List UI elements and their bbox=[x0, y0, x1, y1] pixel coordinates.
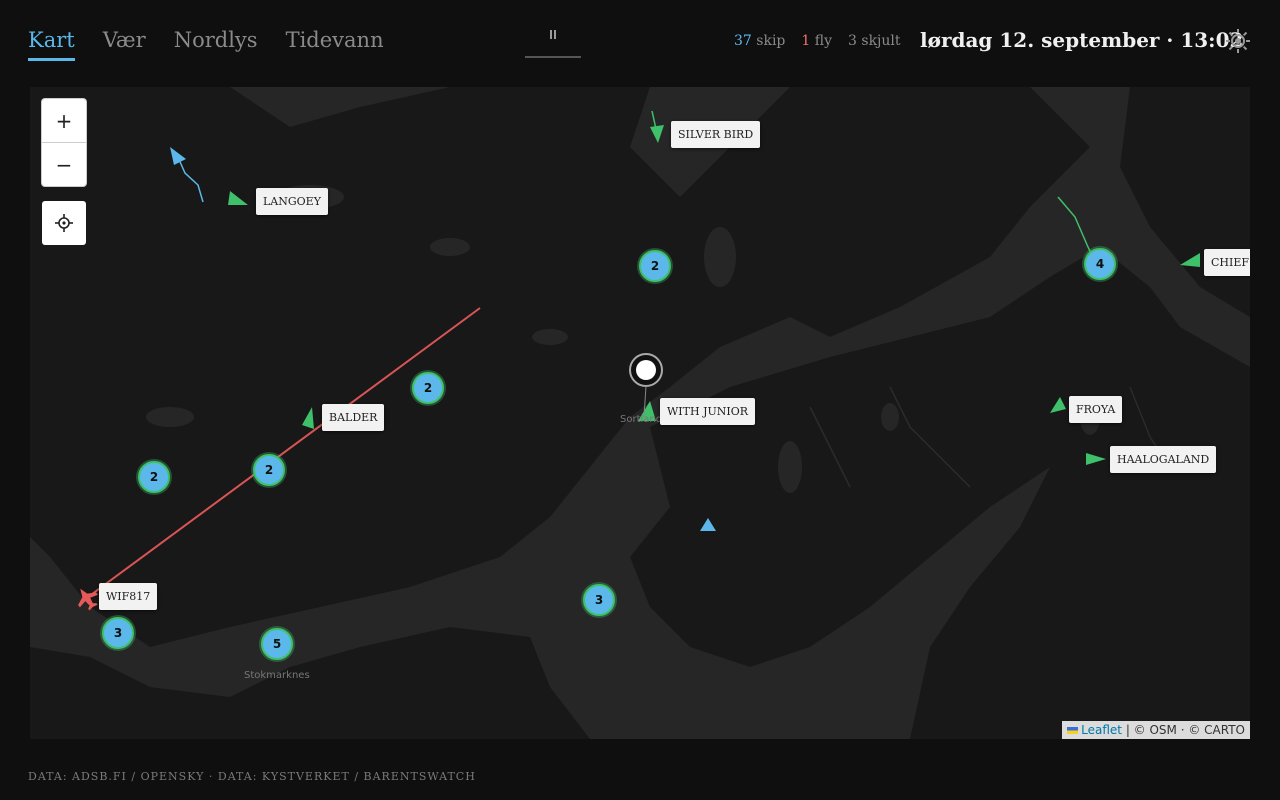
cluster-marker[interactable]: 3 bbox=[102, 617, 134, 649]
traffic-stats: 37 skip 1 fly 3 skjult bbox=[734, 33, 901, 49]
zoom-in-button[interactable]: + bbox=[42, 99, 86, 143]
cluster-marker[interactable]: 3 bbox=[583, 584, 615, 616]
vessel-label-chief[interactable]: CHIEF bbox=[1204, 249, 1250, 276]
vessel-label-with-junior[interactable]: WITH JUNIOR bbox=[660, 398, 756, 425]
locate-button[interactable] bbox=[42, 201, 86, 245]
vessel-marker-silver-bird[interactable] bbox=[650, 125, 664, 143]
top-bar: Kart Vær Nordlys Tidevann 37 skip 1 fly … bbox=[0, 0, 1280, 86]
zoom-out-button[interactable]: − bbox=[42, 143, 86, 186]
vessel-label-haalogaland[interactable]: HAALOGALAND bbox=[1110, 446, 1217, 473]
data-sources-footer: DATA: ADSB.FI / OPENSKY · DATA: KYSTVERK… bbox=[28, 770, 476, 783]
zoom-control: + − bbox=[42, 99, 86, 186]
cluster-marker[interactable]: 2 bbox=[639, 250, 671, 282]
planes-count[interactable]: 1 fly bbox=[801, 33, 832, 49]
attribution-text: | © OSM · © CARTO bbox=[1125, 723, 1245, 737]
crosshair-icon bbox=[55, 214, 73, 232]
cluster-marker[interactable]: 2 bbox=[412, 372, 444, 404]
cluster-marker[interactable]: 5 bbox=[261, 628, 293, 660]
flag-icon bbox=[1067, 727, 1079, 734]
leaflet-link[interactable]: Leaflet bbox=[1081, 723, 1122, 737]
cluster-marker[interactable]: 4 bbox=[1084, 248, 1116, 280]
flight-label-wif817[interactable]: WIF817 bbox=[99, 583, 158, 610]
current-datetime: lørdag 12. september · 13:02 bbox=[920, 28, 1244, 52]
tab-kart[interactable]: Kart bbox=[28, 28, 75, 61]
theme-toggle-button[interactable] bbox=[1225, 28, 1251, 54]
ships-count[interactable]: 37 skip bbox=[734, 33, 785, 49]
cluster-marker[interactable]: 2 bbox=[138, 461, 170, 493]
tab-tidevann[interactable]: Tidevann bbox=[286, 28, 384, 61]
vessel-label-silver-bird[interactable]: SILVER BIRD bbox=[671, 121, 761, 148]
sun-icon bbox=[1226, 29, 1250, 53]
pause-button[interactable] bbox=[525, 24, 581, 58]
map-view[interactable]: Sortland Stokmarknes 2 2 4 2 2 3 3 5 SIL… bbox=[30, 87, 1250, 739]
vessel-label-froya[interactable]: FROYA bbox=[1069, 396, 1123, 423]
tab-nordlys[interactable]: Nordlys bbox=[174, 28, 258, 61]
hidden-count[interactable]: 3 skjult bbox=[848, 33, 901, 49]
place-label-sortland: Sortland bbox=[620, 414, 663, 425]
pause-icon bbox=[550, 30, 552, 39]
place-label-stokmarknes: Stokmarknes bbox=[244, 670, 310, 681]
map-basemap bbox=[30, 87, 1250, 739]
vessel-label-langoey[interactable]: LANGOEY bbox=[256, 188, 328, 215]
cluster-marker[interactable]: 2 bbox=[253, 454, 285, 486]
main-tabs: Kart Vær Nordlys Tidevann bbox=[28, 28, 384, 61]
vessel-label-balder[interactable]: BALDER bbox=[322, 404, 385, 431]
map-attribution: Leaflet | © OSM · © CARTO bbox=[1062, 721, 1250, 739]
tab-vaer[interactable]: Vær bbox=[103, 28, 146, 61]
